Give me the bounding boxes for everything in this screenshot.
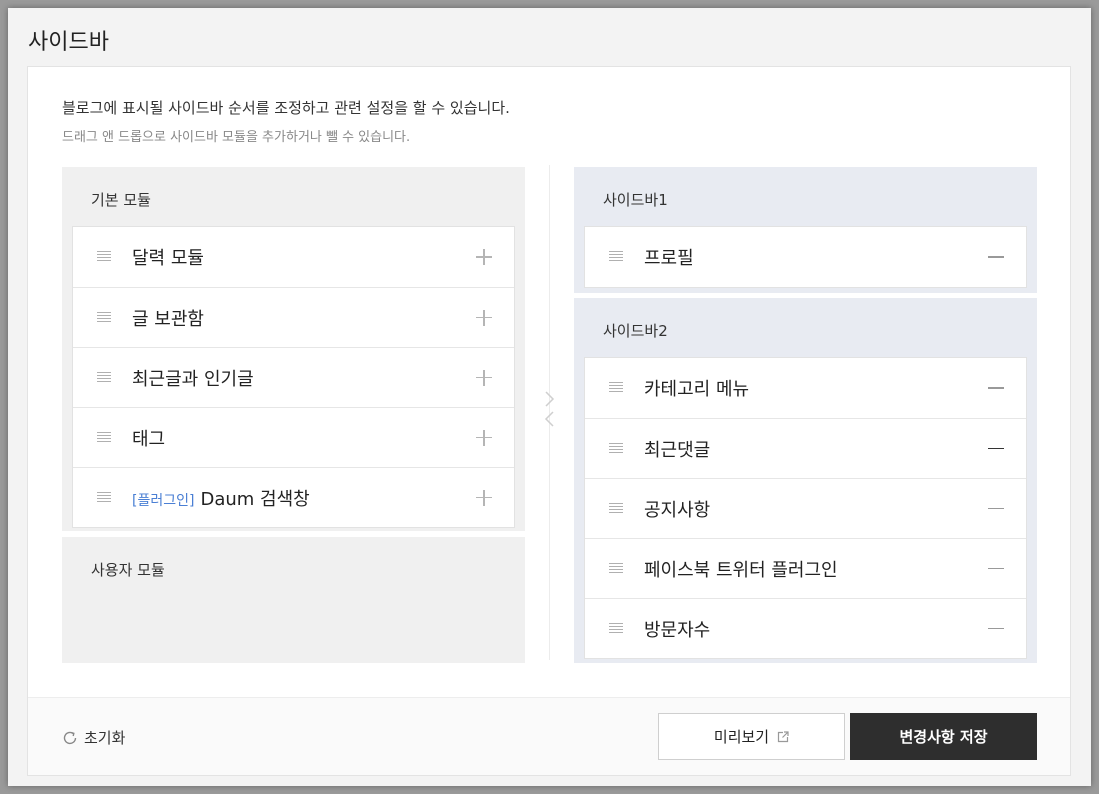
minus-icon[interactable] [988,621,1004,637]
module-item[interactable]: 최근글과 인기글 [73,347,514,407]
drag-handle-icon[interactable] [97,371,111,384]
settings-panel: 블로그에 표시될 사이드바 순서를 조정하고 관련 설정을 할 수 있습니다. … [27,66,1071,776]
sidebar-item[interactable]: 방문자수 [585,598,1026,658]
reset-button[interactable]: 초기화 [62,727,125,748]
plus-icon[interactable] [476,369,492,386]
drag-handle-icon[interactable] [609,382,623,394]
sidebar2-title: 사이드바2 [603,322,668,340]
user-modules-title: 사용자 모듈 [91,561,165,579]
basic-modules-title: 기본 모듈 [91,191,151,209]
drag-handle-icon[interactable] [609,251,623,263]
drag-handle-icon[interactable] [609,622,623,635]
sidebar-item-label: 카테고리 메뉴 [644,379,750,400]
window-frame: 사이드바 블로그에 표시될 사이드바 순서를 조정하고 관련 설정을 할 수 있… [8,8,1091,786]
page-sub-description: 드래그 앤 드롭으로 사이드바 모듈을 추가하거나 뺄 수 있습니다. [62,130,411,145]
sidebar1-list: 프로필 [584,226,1027,288]
module-label: 달력 모듈 [132,248,204,269]
preview-button[interactable]: 미리보기 [658,713,845,760]
basic-modules-group: 기본 모듈 달력 모듈 글 보관함 최근글과 인기글 태그 [플러그인] Dau… [62,167,525,531]
minus-icon[interactable] [988,380,1004,396]
sidebar2-list: 카테고리 메뉴 최근댓글 공지사항 페이스북 트위터 플러그인 방문자수 [584,357,1027,659]
page-description: 블로그에 표시될 사이드바 순서를 조정하고 관련 설정을 할 수 있습니다. [62,99,510,117]
minus-icon[interactable] [988,501,1004,517]
page-title: 사이드바 [28,30,109,55]
sidebar2-group: 사이드바2 카테고리 메뉴 최근댓글 공지사항 페이스북 트위터 플러그인 방문… [574,298,1037,663]
drag-handle-icon[interactable] [609,562,623,575]
sidebar-item-label: 프로필 [644,248,694,269]
module-label: 최근글과 인기글 [132,368,254,390]
plus-icon[interactable] [476,489,492,506]
plus-icon[interactable] [476,309,492,326]
footer-bar: 초기화 미리보기 변경사항 저장 [28,698,1070,775]
refresh-icon [63,731,77,744]
sidebar-item-label: 방문자수 [644,619,711,641]
sidebar-item-label: 최근댓글 [644,439,711,461]
user-modules-group: 사용자 모듈 [62,537,525,663]
sidebar-item[interactable]: 페이스북 트위터 플러그인 [585,538,1026,598]
module-item[interactable]: [플러그인] Daum 검색창 [73,467,514,527]
sidebar-item[interactable]: 프로필 [585,227,1026,287]
drag-handle-icon[interactable] [609,442,623,455]
minus-icon[interactable] [988,249,1004,265]
reset-label: 초기화 [84,729,126,747]
sidebar-item[interactable]: 공지사항 [585,478,1026,538]
drag-handle-icon[interactable] [97,311,111,324]
save-button[interactable]: 변경사항 저장 [850,713,1037,760]
module-label: 태그 [132,428,166,450]
arrow-left-right-icon [544,391,555,427]
plus-icon[interactable] [476,429,492,446]
module-item[interactable]: 태그 [73,407,514,467]
plus-icon[interactable] [476,249,492,265]
sidebar-item[interactable]: 최근댓글 [585,418,1026,478]
plugin-tag: [플러그인] [132,492,195,509]
module-item[interactable]: 글 보관함 [73,287,514,347]
minus-icon[interactable] [988,561,1004,577]
sidebar-item-label: 공지사항 [644,499,711,521]
sidebar-item[interactable]: 카테고리 메뉴 [585,358,1026,418]
sidebar-item-label: 페이스북 트위터 플러그인 [644,559,838,581]
sidebar1-group: 사이드바1 프로필 [574,167,1037,293]
sidebar1-title: 사이드바1 [603,191,668,209]
drag-handle-icon[interactable] [609,502,623,515]
external-link-icon [777,730,789,742]
module-label: [플러그인] Daum 검색창 [132,488,310,510]
preview-label: 미리보기 [713,728,770,746]
drag-handle-icon[interactable] [97,431,111,444]
module-label: 글 보관함 [132,308,204,330]
basic-modules-list: 달력 모듈 글 보관함 최근글과 인기글 태그 [플러그인] Daum 검색창 [72,226,515,528]
module-item[interactable]: 달력 모듈 [73,227,514,287]
drag-handle-icon[interactable] [97,491,111,504]
drag-handle-icon[interactable] [97,251,111,263]
minus-icon[interactable] [988,441,1004,457]
